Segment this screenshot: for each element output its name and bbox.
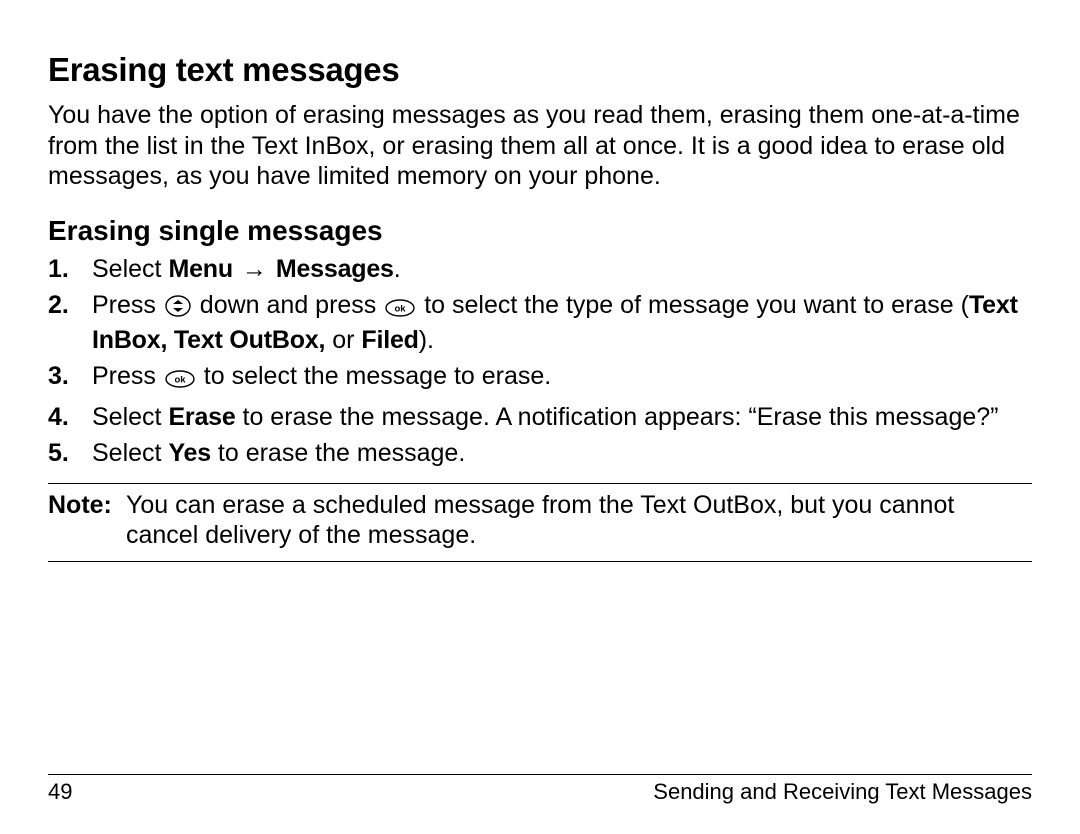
text: to erase the message.	[211, 439, 465, 467]
text: .	[394, 255, 401, 283]
note-block: Note: You can erase a scheduled message …	[48, 483, 1032, 562]
page-footer: 49 Sending and Receiving Text Messages	[48, 774, 1032, 806]
step-1: 1. Select Menu → Messages.	[48, 254, 1032, 285]
section-title: Sending and Receiving Text Messages	[653, 779, 1032, 806]
svg-text:ok: ok	[395, 304, 407, 315]
ok-button-icon: ok	[383, 294, 417, 325]
sub-heading: Erasing single messages	[48, 214, 1032, 248]
yes-label: Yes	[168, 439, 211, 467]
ok-button-icon: ok	[163, 365, 197, 396]
text: Select	[92, 255, 168, 283]
nav-up-down-icon	[163, 294, 193, 325]
step-2: 2. Press down and press ok to select the…	[48, 290, 1032, 355]
erase-label: Erase	[168, 403, 235, 431]
step-body: Press down and press ok to select the ty…	[92, 290, 1032, 355]
arrow-icon: →	[240, 254, 269, 285]
step-body: Select Yes to erase the message.	[92, 438, 1032, 469]
text: Press	[92, 291, 163, 319]
step-number: 3.	[48, 361, 92, 392]
step-number: 1.	[48, 254, 92, 285]
steps-list: 1. Select Menu → Messages. 2. Press down…	[48, 254, 1032, 469]
note-body: You can erase a scheduled message from t…	[126, 490, 1032, 551]
text: to select the message to erase.	[197, 362, 551, 390]
step-4: 4. Select Erase to erase the message. A …	[48, 402, 1032, 433]
messages-label: Messages	[276, 255, 394, 283]
step-body: Press ok to select the message to erase.	[92, 361, 1032, 396]
filed-label: Filed	[361, 326, 418, 354]
svg-text:ok: ok	[174, 375, 186, 386]
text: or	[325, 326, 361, 354]
step-3: 3. Press ok to select the message to era…	[48, 361, 1032, 396]
step-number: 5.	[48, 438, 92, 469]
text: down and press	[193, 291, 383, 319]
step-number: 4.	[48, 402, 92, 433]
step-number: 2.	[48, 290, 92, 321]
intro-paragraph: You have the option of erasing messages …	[48, 100, 1032, 192]
text: to erase the message. A notification app…	[236, 403, 999, 431]
page-number: 49	[48, 779, 72, 806]
text: Press	[92, 362, 163, 390]
text: Select	[92, 439, 168, 467]
step-body: Select Menu → Messages.	[92, 254, 1032, 285]
note-label: Note:	[48, 490, 126, 521]
page-heading: Erasing text messages	[48, 50, 1032, 90]
text: ).	[419, 326, 434, 354]
step-5: 5. Select Yes to erase the message.	[48, 438, 1032, 469]
menu-label: Menu	[168, 255, 232, 283]
text: to select the type of message you want t…	[417, 291, 969, 319]
step-body: Select Erase to erase the message. A not…	[92, 402, 1032, 433]
text: Select	[92, 403, 168, 431]
manual-page: Erasing text messages You have the optio…	[0, 0, 1080, 834]
